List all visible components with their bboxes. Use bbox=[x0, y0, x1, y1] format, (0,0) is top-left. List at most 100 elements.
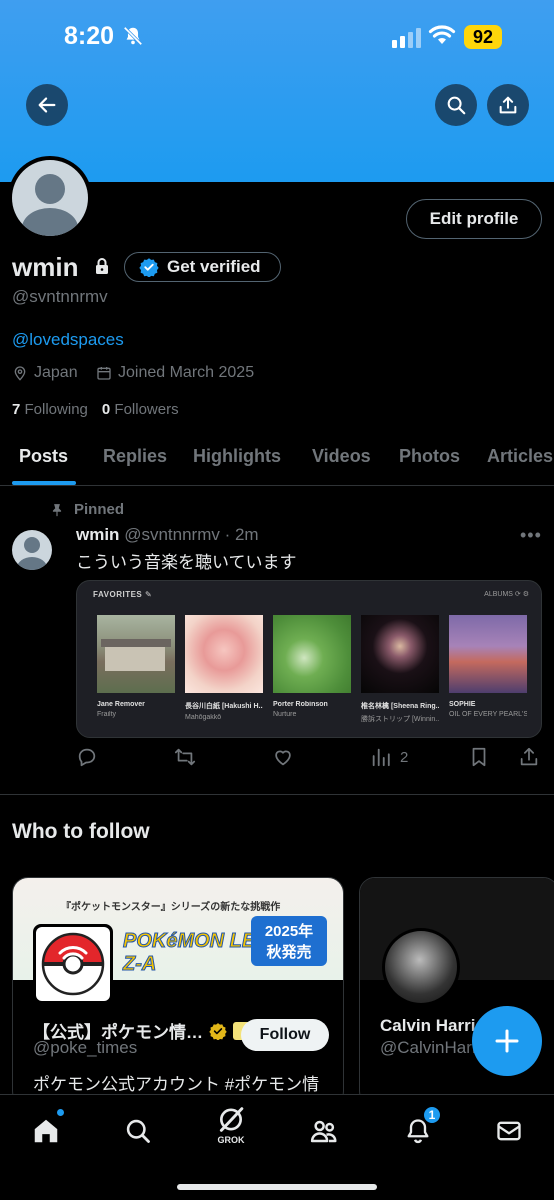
album-item: SOPHIE OIL OF EVERY PEARL'S ... bbox=[449, 615, 527, 718]
home-indicator bbox=[177, 1184, 377, 1190]
nav-home[interactable] bbox=[26, 1109, 66, 1151]
pinned-text: Pinned bbox=[74, 501, 125, 518]
tab-replies[interactable]: Replies bbox=[103, 446, 167, 467]
repost-button[interactable] bbox=[174, 746, 196, 768]
album-item: 長谷川白紙 [Hakushi H... Mahōgakkō bbox=[185, 615, 263, 721]
like-button[interactable] bbox=[272, 746, 294, 768]
share-icon bbox=[520, 747, 538, 766]
nav-messages[interactable] bbox=[489, 1111, 529, 1151]
album-art bbox=[97, 615, 175, 693]
follow-suggestion-card[interactable]: 『ポケットモンスター』シリーズの新たな挑戦作 POKéMON LEGENDS Z… bbox=[12, 877, 344, 1107]
album-artist: Porter Robinson bbox=[273, 701, 328, 708]
suggestion-description: ポケモン公式アカウント #ポケモン情 bbox=[33, 1075, 320, 1094]
album-artist: SOPHIE bbox=[449, 701, 476, 708]
followers-count: 0 bbox=[101, 401, 111, 418]
following-link[interactable]: 7 Following bbox=[12, 401, 88, 418]
views-count: 2 bbox=[400, 748, 409, 766]
tab-videos[interactable]: Videos bbox=[312, 446, 371, 467]
nav-grok[interactable]: GROK bbox=[211, 1105, 251, 1145]
person-photo bbox=[385, 931, 457, 1003]
location-text: Japan bbox=[34, 364, 78, 381]
tab-highlights[interactable]: Highlights bbox=[193, 446, 281, 467]
edit-profile-button[interactable]: Edit profile bbox=[406, 199, 542, 239]
bookmark-button[interactable] bbox=[468, 746, 490, 768]
following-count: 7 bbox=[12, 401, 21, 418]
section-divider bbox=[0, 794, 554, 795]
suggestion-avatar bbox=[33, 924, 113, 1004]
nav-search[interactable] bbox=[118, 1111, 158, 1151]
tab-articles[interactable]: Articles bbox=[487, 446, 553, 467]
views-button[interactable]: 2 bbox=[370, 746, 408, 768]
bookmark-icon bbox=[472, 747, 486, 767]
pin-icon bbox=[52, 503, 62, 516]
more-options-icon[interactable]: ••• bbox=[520, 525, 542, 546]
search-icon bbox=[126, 1119, 150, 1143]
tab-posts[interactable]: Posts bbox=[19, 446, 68, 467]
nav-communities[interactable] bbox=[304, 1111, 344, 1151]
profile-tabs: Posts Replies Highlights Videos Photos A… bbox=[0, 436, 554, 486]
following-label: Following bbox=[24, 401, 88, 418]
badge-season: 秋発売 bbox=[266, 944, 312, 961]
suggestion-name: Calvin Harris bbox=[380, 1016, 485, 1035]
follow-counts: 7 Following 0 Followers bbox=[12, 401, 179, 418]
post-meta: @svntnnrmv · 2m bbox=[124, 525, 259, 544]
post-actions: 2 bbox=[76, 746, 542, 772]
communities-icon bbox=[310, 1120, 337, 1143]
heart-icon bbox=[275, 750, 291, 766]
album-title: Frailty bbox=[97, 711, 117, 718]
nav-notifications[interactable]: 1 bbox=[398, 1105, 442, 1151]
profile-name: wmin bbox=[12, 252, 79, 282]
default-avatar-icon bbox=[12, 160, 88, 236]
search-icon bbox=[447, 96, 466, 115]
album-artist: Jane Remover bbox=[97, 701, 145, 708]
lock-icon bbox=[96, 258, 108, 274]
reply-button[interactable] bbox=[76, 746, 98, 768]
share-post-button[interactable] bbox=[518, 746, 540, 768]
album-art bbox=[449, 615, 527, 693]
verified-badge-icon bbox=[139, 258, 159, 277]
back-button[interactable] bbox=[26, 84, 68, 126]
favorites-card-image[interactable]: FAVORITES ✎ ALBUMS ⟳ ⚙ Jane Remover Frai… bbox=[76, 580, 542, 738]
location: Japan bbox=[12, 364, 78, 382]
post-avatar[interactable] bbox=[12, 530, 52, 570]
battery-indicator: 92 bbox=[464, 25, 502, 49]
pinned-label: Pinned bbox=[50, 501, 124, 518]
followers-link[interactable]: 0 Followers bbox=[102, 401, 179, 418]
album-item: Jane Remover Frailty bbox=[97, 615, 175, 718]
album-artist: 椎名林檎 [Sheena Ring... bbox=[361, 703, 439, 710]
location-pin-icon bbox=[14, 366, 26, 381]
tab-photos[interactable]: Photos bbox=[399, 446, 460, 467]
arrow-left-icon bbox=[38, 97, 56, 113]
post-author[interactable]: wmin bbox=[76, 525, 119, 544]
get-verified-button[interactable]: Get verified bbox=[124, 252, 281, 282]
who-to-follow-title: Who to follow bbox=[12, 820, 150, 843]
grok-icon bbox=[219, 1107, 244, 1132]
home-icon bbox=[34, 1119, 58, 1143]
share-icon bbox=[499, 96, 517, 114]
plus-icon bbox=[495, 1029, 519, 1053]
join-date-text: Joined March 2025 bbox=[118, 364, 255, 381]
status-time: 8:20 bbox=[64, 22, 115, 50]
bell-off-icon bbox=[123, 26, 143, 46]
calendar-icon bbox=[97, 367, 111, 380]
card-albums-label: ALBUMS ⟳ ⚙ bbox=[484, 591, 529, 598]
compose-post-button[interactable] bbox=[472, 1006, 542, 1076]
suggestion-handle: @poke_times bbox=[33, 1038, 138, 1057]
views-chart-icon bbox=[372, 748, 390, 767]
bio-link[interactable]: @lovedspaces bbox=[12, 330, 124, 350]
album-title: Mahōgakkō bbox=[185, 714, 222, 721]
share-button[interactable] bbox=[487, 84, 529, 126]
profile-avatar[interactable] bbox=[8, 156, 92, 240]
search-button[interactable] bbox=[435, 84, 477, 126]
album-title: Nurture bbox=[273, 711, 297, 718]
follow-button[interactable]: Follow bbox=[241, 1019, 329, 1051]
follow-suggestion-card[interactable]: Calvin Harris @CalvinHarris bbox=[359, 877, 554, 1107]
mail-icon bbox=[497, 1121, 521, 1141]
badge-year: 2025年 bbox=[264, 923, 314, 940]
active-tab-indicator bbox=[12, 481, 76, 485]
post-header: wmin @svntnnrmv · 2m bbox=[76, 525, 259, 545]
followers-label: Followers bbox=[114, 401, 179, 418]
album-item: 椎名林檎 [Sheena Ring... 勝訴ストリップ [Winnin... bbox=[361, 615, 439, 724]
reply-icon bbox=[78, 748, 96, 767]
verified-gold-badge-icon bbox=[209, 1022, 227, 1040]
